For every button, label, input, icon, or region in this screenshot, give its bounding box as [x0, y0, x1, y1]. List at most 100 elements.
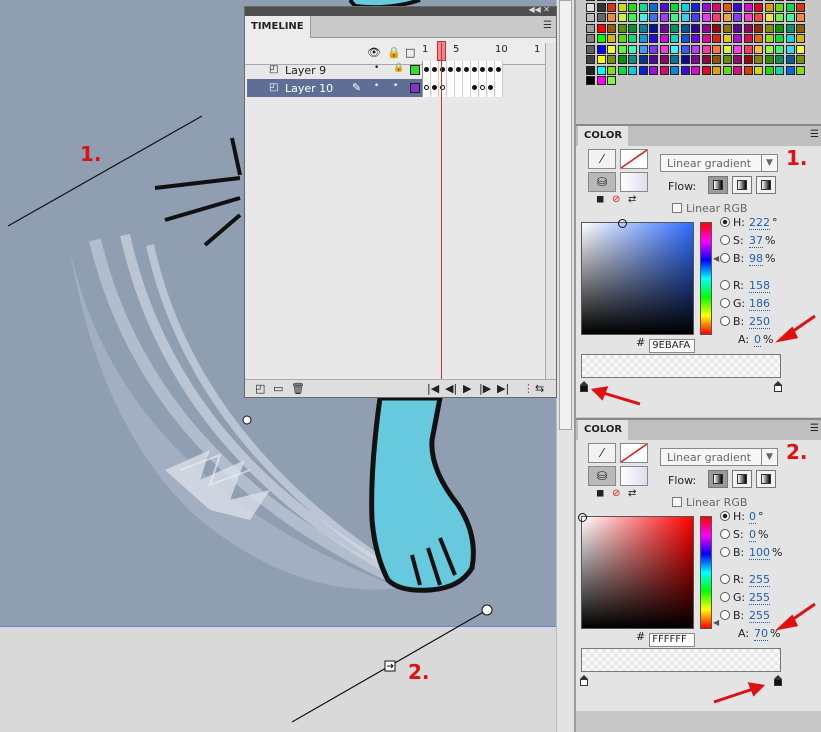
color-swatch[interactable]	[691, 44, 700, 54]
color-swatch[interactable]	[775, 44, 784, 54]
color-swatch[interactable]	[617, 65, 627, 75]
color-swatch[interactable]	[733, 34, 742, 43]
brightness-value[interactable]: 100	[749, 546, 770, 560]
color-swatch[interactable]	[607, 55, 616, 64]
hue-value[interactable]: 0	[749, 510, 756, 524]
blue-value[interactable]: 250	[749, 315, 770, 329]
color-swatch[interactable]	[649, 65, 658, 75]
color-swatch[interactable]	[775, 55, 784, 64]
color-swatch[interactable]	[638, 55, 648, 64]
color-swatch[interactable]	[691, 0, 700, 1]
color-swatch[interactable]	[743, 0, 753, 1]
color-swatch[interactable]	[743, 55, 753, 64]
color-swatch[interactable]	[754, 0, 763, 1]
color-swatch[interactable]	[691, 76, 700, 85]
color-swatch[interactable]	[659, 55, 669, 64]
stage-vertical-scrollbar[interactable]	[556, 0, 574, 732]
red-value[interactable]: 158	[749, 279, 770, 293]
color-swatch[interactable]	[617, 2, 627, 12]
layer-9-frames[interactable]	[422, 61, 503, 79]
panel-menu-icon[interactable]: ☰	[810, 129, 819, 140]
hex-input[interactable]: FFFFFF	[649, 633, 696, 647]
color-swatch[interactable]	[743, 13, 753, 22]
color-swatch[interactable]	[680, 0, 690, 1]
linear-rgb-checkbox[interactable]: Linear RGB	[672, 202, 747, 215]
color-swatch[interactable]	[733, 13, 742, 22]
hue-slider[interactable]	[700, 222, 712, 335]
color-swatch[interactable]	[617, 0, 627, 1]
color-swatch[interactable]	[586, 44, 595, 54]
color-swatch[interactable]	[754, 34, 763, 43]
color-swatch[interactable]	[649, 2, 658, 12]
color-swatch[interactable]	[680, 65, 690, 75]
color-swatch[interactable]	[691, 34, 700, 43]
color-swatch[interactable]	[628, 23, 637, 33]
color-swatch[interactable]	[607, 34, 616, 43]
play-icon[interactable]: ▶	[463, 382, 471, 395]
stroke-color-icon[interactable]: ⁄	[588, 149, 616, 169]
last-frame-icon[interactable]: ▶|	[497, 382, 509, 395]
color-swatch[interactable]	[586, 65, 595, 75]
hue-slider-arrow[interactable]: ◀	[713, 254, 719, 263]
color-swatch[interactable]	[733, 65, 742, 75]
color-swatch[interactable]	[596, 76, 606, 85]
color-swatch[interactable]	[796, 55, 805, 64]
swatch-grid[interactable]	[586, 0, 811, 98]
color-swatch[interactable]	[586, 13, 595, 22]
flow-repeat-button[interactable]	[756, 176, 776, 194]
visibility-dot[interactable]: •	[374, 63, 379, 73]
color-swatch[interactable]	[796, 65, 805, 75]
gradient-stop-right[interactable]	[774, 381, 783, 392]
color-swatch[interactable]	[733, 44, 742, 54]
color-swatch[interactable]	[701, 0, 711, 1]
hue-slider-arrow[interactable]: ◀	[713, 618, 719, 627]
color-swatch[interactable]	[785, 0, 795, 1]
timeline-titlebar[interactable]: ◀◀ ✕	[245, 5, 556, 16]
color-swatch[interactable]	[796, 76, 805, 85]
color-swatch[interactable]	[754, 2, 763, 12]
gradient-stop-left[interactable]	[580, 675, 589, 686]
color-swatch[interactable]	[775, 23, 784, 33]
color-swatch[interactable]	[670, 65, 679, 75]
color-swatch[interactable]	[733, 2, 742, 12]
linear-rgb-checkbox[interactable]: Linear RGB	[672, 496, 747, 509]
outline-icon[interactable]: □	[405, 46, 415, 59]
color-swatch[interactable]	[785, 65, 795, 75]
color-swatch[interactable]	[617, 13, 627, 22]
color-swatch[interactable]	[638, 65, 648, 75]
color-swatch[interactable]	[743, 34, 753, 43]
color-swatch[interactable]	[628, 55, 637, 64]
color-swatch[interactable]	[670, 44, 679, 54]
color-swatch[interactable]	[659, 44, 669, 54]
gradient-bar[interactable]	[581, 354, 781, 378]
black-white-icon[interactable]: ◼	[596, 488, 604, 499]
color-swatch[interactable]	[785, 13, 795, 22]
color-swatch[interactable]	[680, 23, 690, 33]
color-swatch[interactable]	[607, 76, 616, 85]
gradient-stop-left[interactable]	[580, 381, 589, 392]
color-swatch[interactable]	[743, 65, 753, 75]
color-swatch[interactable]	[785, 44, 795, 54]
color-swatch[interactable]	[764, 34, 774, 43]
layer-color-swatch[interactable]	[410, 65, 420, 75]
color-swatch[interactable]	[649, 23, 658, 33]
fill-swatch[interactable]	[620, 172, 648, 192]
color-swatch[interactable]	[638, 23, 648, 33]
color-swatch[interactable]	[638, 13, 648, 22]
tab-color[interactable]: COLOR	[578, 420, 629, 440]
brightness-value[interactable]: 98	[749, 252, 763, 266]
color-swatch[interactable]	[691, 2, 700, 12]
color-swatch[interactable]	[796, 23, 805, 33]
color-swatch[interactable]	[775, 0, 784, 1]
color-swatch[interactable]	[617, 23, 627, 33]
color-swatch[interactable]	[754, 23, 763, 33]
color-swatch[interactable]	[754, 44, 763, 54]
black-white-icon[interactable]: ◼	[596, 194, 604, 205]
color-swatch[interactable]	[628, 0, 637, 1]
picker-cursor[interactable]	[578, 513, 587, 522]
lock-dot[interactable]: 🔒	[393, 63, 404, 73]
color-swatch[interactable]	[659, 0, 669, 1]
color-swatch[interactable]	[680, 2, 690, 12]
swap-colors-icon[interactable]: ⇄	[628, 194, 636, 205]
color-swatch[interactable]	[775, 65, 784, 75]
